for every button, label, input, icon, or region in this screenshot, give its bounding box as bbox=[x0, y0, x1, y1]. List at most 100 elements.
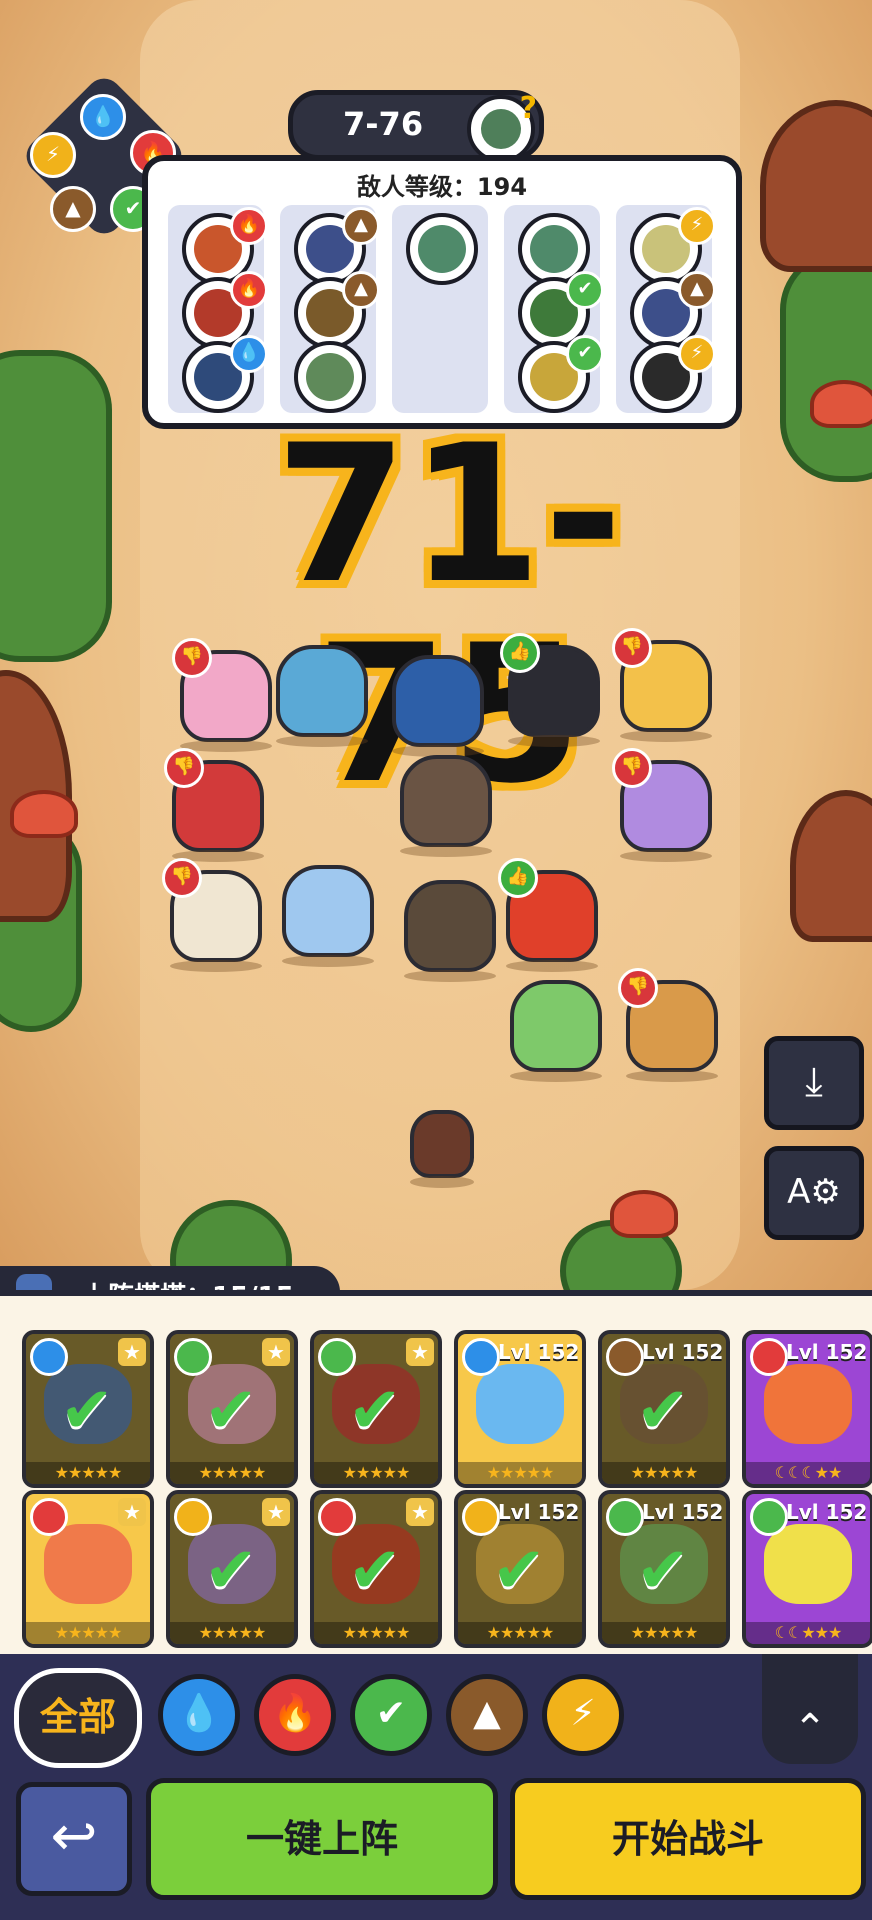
star-icon: ★ bbox=[118, 1498, 146, 1526]
filter-water-button[interactable]: 💧 bbox=[158, 1674, 240, 1756]
level-badge: Lvl 152 bbox=[498, 1500, 580, 1524]
tower-card[interactable]: ★ ✔ ★★★★★ bbox=[166, 1330, 298, 1488]
star-rating: ★★★★★ bbox=[602, 1462, 726, 1484]
action-bar: ↩ 一键上阵 开始战斗 bbox=[0, 1772, 872, 1920]
earth-icon: ▲ bbox=[342, 271, 380, 309]
tower-card[interactable]: Lvl 152 ✔ ★★★★★ bbox=[598, 1330, 730, 1488]
unit-shell-crab[interactable] bbox=[276, 645, 368, 747]
enemy-column: ▲ ▲ bbox=[280, 205, 380, 413]
fire-icon: 🔥 bbox=[230, 271, 268, 309]
unit-raccoon[interactable] bbox=[404, 880, 496, 982]
tower-card[interactable]: Lvl 152 ☾☾★★★ bbox=[742, 1490, 872, 1648]
enemy-column bbox=[392, 205, 488, 413]
star-icon: ★ bbox=[262, 1498, 290, 1526]
tower-card[interactable]: Lvl 152 ★★★★★ bbox=[454, 1330, 586, 1488]
enemy-preview-panel: 敌人等级：194 🔥 🔥 💧 ▲ ▲ ✔ ✔ ⚡ ▲ ⚡ bbox=[142, 155, 742, 429]
unit-pink-dragon[interactable]: 👎 bbox=[172, 638, 272, 752]
thumbs-down-icon: 👎 bbox=[172, 638, 212, 678]
boss-icon[interactable]: ? bbox=[467, 91, 537, 163]
download-icon[interactable]: ⤓ bbox=[764, 1036, 864, 1130]
star-rating: ★★★★★ bbox=[26, 1622, 150, 1644]
thumbs-up-icon: 👍 bbox=[498, 858, 538, 898]
unit-purple-cat[interactable]: 👎 bbox=[612, 748, 712, 862]
unit-nest-bird[interactable]: 👎 bbox=[162, 858, 262, 972]
grass-icon bbox=[174, 1338, 212, 1376]
water-icon: 💧 bbox=[80, 94, 126, 140]
tower-card[interactable]: ★ ✔ ★★★★★ bbox=[22, 1330, 154, 1488]
star-icon: ★ bbox=[406, 1498, 434, 1526]
unit-ferret[interactable] bbox=[400, 755, 492, 857]
checkmark-icon: ✔ bbox=[60, 1374, 114, 1448]
unit-plant-flower[interactable]: 👎 bbox=[164, 748, 264, 862]
unit-dragonfruit-cat[interactable] bbox=[510, 980, 602, 1082]
unit-red-dragon[interactable]: 👍 bbox=[498, 858, 598, 972]
enemy-portrait[interactable] bbox=[294, 341, 366, 413]
auto-settings-icon[interactable]: A⚙ bbox=[764, 1146, 864, 1240]
grass-icon bbox=[318, 1338, 356, 1376]
checkmark-icon: ✔ bbox=[636, 1534, 690, 1608]
level-badge: Lvl 152 bbox=[786, 1340, 868, 1364]
chevron-up-icon[interactable]: ⌃ bbox=[762, 1654, 858, 1764]
enemy-portrait[interactable]: ✔ bbox=[518, 335, 604, 413]
thumbs-down-icon: 👎 bbox=[164, 748, 204, 788]
earth-icon: ▲ bbox=[342, 207, 380, 245]
enemy-level-label: 敌人等级：194 bbox=[356, 173, 528, 201]
level-indicator: 7-76 ? bbox=[288, 90, 544, 163]
filter-earth-button[interactable]: ▲ bbox=[446, 1674, 528, 1756]
filter-all-button[interactable]: 全部 bbox=[14, 1668, 142, 1768]
tower-card[interactable]: ★ ✔ ★★★★★ bbox=[310, 1490, 442, 1648]
battlefield: 💧 🔥 ⚡ ▲ ✔ 7-76 ? 敌人等级：194 🔥 🔥 💧 ▲ ▲ ✔ ✔ bbox=[0, 0, 872, 1290]
rock-decoration bbox=[790, 790, 872, 942]
unit-toucan[interactable] bbox=[392, 655, 484, 757]
tower-card[interactable]: ★ ✔ ★★★★★ bbox=[310, 1330, 442, 1488]
star-rating: ★★★★★ bbox=[26, 1462, 150, 1484]
enemy-column: 🔥 🔥 💧 bbox=[168, 205, 268, 413]
question-mark-icon: ? bbox=[519, 91, 537, 126]
unit-ice-snake[interactable] bbox=[282, 865, 374, 967]
unit-lion[interactable]: 👎 bbox=[612, 628, 712, 742]
thunder-icon bbox=[462, 1498, 500, 1536]
star-icon: ★ bbox=[118, 1338, 146, 1366]
tower-card[interactable]: Lvl 152 ☾☾☾★★ bbox=[742, 1330, 872, 1488]
thumbs-up-icon: 👍 bbox=[500, 633, 540, 673]
unit-deer[interactable]: 👎 bbox=[618, 968, 718, 1082]
tower-card[interactable]: Lvl 152 ✔ ★★★★★ bbox=[598, 1490, 730, 1648]
thumbs-down-icon: 👎 bbox=[162, 858, 202, 898]
tower-roster: ★ ✔ ★★★★★ ★ ✔ ★★★★★ ★ ✔ ★★★★★ Lvl 152 ★★… bbox=[0, 1290, 872, 1658]
star-rating: ★★★★★ bbox=[602, 1622, 726, 1644]
fire-icon: 🔥 bbox=[230, 207, 268, 245]
enemy-portrait[interactable] bbox=[406, 213, 478, 285]
boss-face bbox=[481, 109, 521, 149]
tower-card[interactable]: ★ ✔ ★★★★★ bbox=[166, 1490, 298, 1648]
star-icon: ★ bbox=[406, 1338, 434, 1366]
auto-deploy-button[interactable]: 一键上阵 bbox=[146, 1778, 498, 1900]
element-filter-bar: 全部 💧 🔥 ✔ ▲ ⚡ ⌃ bbox=[0, 1654, 872, 1772]
level-badge: Lvl 152 bbox=[642, 1340, 724, 1364]
earth-icon: ▲ bbox=[50, 186, 96, 232]
star-rating: ★★★★★ bbox=[458, 1462, 582, 1484]
thumbs-down-icon: 👎 bbox=[618, 968, 658, 1008]
start-battle-button[interactable]: 开始战斗 bbox=[510, 1778, 866, 1900]
unit-snail[interactable] bbox=[410, 1110, 474, 1188]
flower-decoration bbox=[610, 1190, 678, 1238]
enemy-portrait[interactable]: ⚡ bbox=[630, 335, 716, 413]
enemy-column: ⚡ ▲ ⚡ bbox=[616, 205, 716, 413]
enemy-portrait[interactable]: 💧 bbox=[182, 335, 268, 413]
filter-thunder-button[interactable]: ⚡ bbox=[542, 1674, 624, 1756]
enemy-portrait[interactable]: ▲ bbox=[294, 271, 380, 349]
thumbs-down-icon: 👎 bbox=[612, 628, 652, 668]
star-rating: ☾☾★★★ bbox=[746, 1622, 870, 1644]
water-icon bbox=[462, 1338, 500, 1376]
return-arrow-icon[interactable]: ↩ bbox=[16, 1782, 132, 1896]
tower-card[interactable]: Lvl 152 ✔ ★★★★★ bbox=[454, 1490, 586, 1648]
water-icon: 💧 bbox=[230, 335, 268, 373]
filter-grass-button[interactable]: ✔ bbox=[350, 1674, 432, 1756]
tower-card[interactable]: ★ ★★★★★ bbox=[22, 1490, 154, 1648]
checkmark-icon: ✔ bbox=[204, 1534, 258, 1608]
star-rating: ★★★★★ bbox=[170, 1622, 294, 1644]
checkmark-icon: ✔ bbox=[348, 1374, 402, 1448]
filter-fire-button[interactable]: 🔥 bbox=[254, 1674, 336, 1756]
enemy-column: ✔ ✔ bbox=[504, 205, 604, 413]
star-rating: ☾☾☾★★ bbox=[746, 1462, 870, 1484]
unit-black-cat[interactable]: 👍 bbox=[500, 633, 600, 747]
